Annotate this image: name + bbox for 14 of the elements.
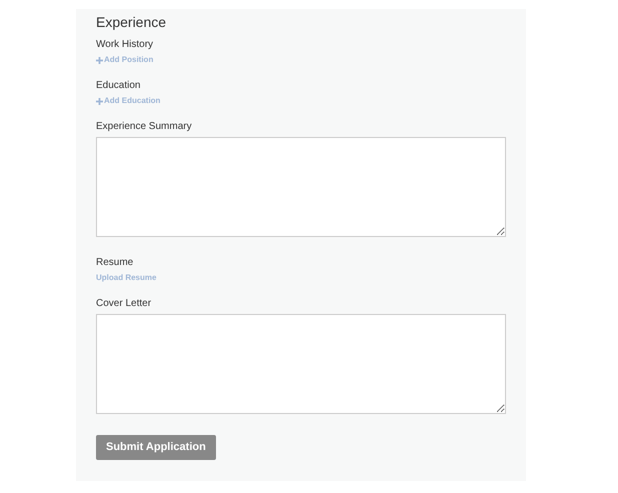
submit-button[interactable]: Submit Application: [96, 434, 216, 460]
plus-icon: [96, 56, 103, 64]
text-area[interactable]: [96, 314, 506, 414]
add-link[interactable]: Upload Resume: [96, 273, 156, 283]
plus-icon: [96, 98, 103, 104]
field-label: Work History: [96, 39, 154, 51]
text-area[interactable]: [96, 137, 506, 237]
field-label: Resume: [96, 257, 134, 269]
field-label: Experience Summary: [96, 121, 193, 133]
field-label: Cover Letter: [96, 298, 152, 310]
field-label: Education: [96, 80, 142, 92]
add-link[interactable]: Add Education: [96, 96, 160, 106]
section-title: Experience: [96, 15, 168, 29]
add-link[interactable]: Add Position: [96, 55, 154, 65]
